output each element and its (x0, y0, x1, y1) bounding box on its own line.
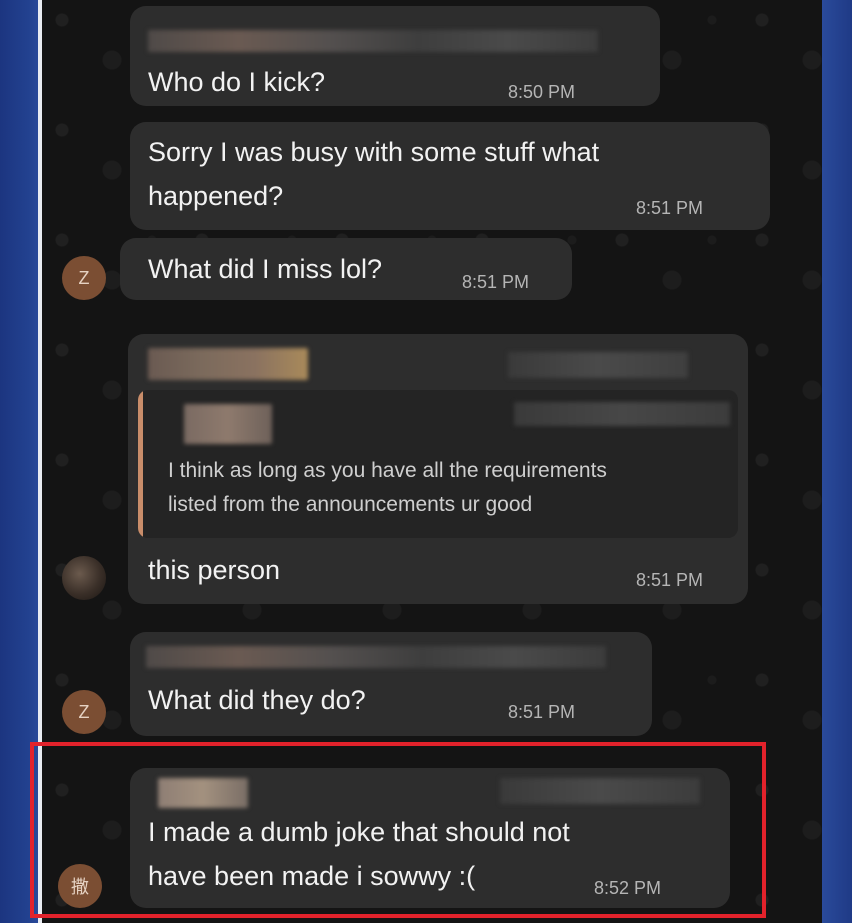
avatar[interactable] (62, 556, 106, 600)
quoted-tag-blurred (514, 402, 730, 426)
sender-name-blurred (146, 646, 606, 668)
message-text: Who do I kick? (148, 67, 326, 97)
message-time: 8:51 PM (508, 702, 576, 722)
message-bubble-3[interactable]: What did I miss lol? 8:51 PM (120, 238, 572, 300)
highlight-box (30, 742, 766, 918)
message-text-line-2: happened? (148, 181, 284, 211)
message-time: 8:51 PM (636, 570, 704, 590)
message-bubble-1[interactable]: Who do I kick? 8:50 PM (130, 6, 660, 106)
sender-name-blurred (148, 348, 308, 380)
right-frame-strip (822, 0, 852, 923)
message-time: 8:51 PM (636, 198, 704, 218)
avatar[interactable]: Z (62, 690, 106, 734)
quoted-sender-blurred (184, 404, 272, 444)
message-text: What did I miss lol? (148, 254, 383, 284)
message-text: What did they do? (148, 685, 366, 715)
message-bubble-4[interactable]: I think as long as you have all the requ… (128, 334, 748, 604)
quoted-text-line-1: I think as long as you have all the requ… (168, 459, 607, 482)
message-bubble-2[interactable]: Sorry I was busy with some stuff what ha… (130, 122, 770, 230)
quoted-text-line-2: listed from the announcements ur good (168, 493, 533, 516)
message-text-line-1: Sorry I was busy with some stuff what (148, 137, 600, 167)
quoted-message[interactable]: I think as long as you have all the requ… (138, 390, 738, 538)
message-time: 8:50 PM (508, 82, 576, 102)
message-time: 8:51 PM (462, 272, 530, 292)
quote-accent-bar (138, 390, 143, 538)
avatar[interactable]: Z (62, 256, 106, 300)
sender-tag-blurred (508, 352, 688, 378)
message-bubble-5[interactable]: What did they do? 8:51 PM (130, 632, 652, 736)
message-text: this person (148, 555, 281, 585)
sender-name-blurred (148, 30, 598, 52)
